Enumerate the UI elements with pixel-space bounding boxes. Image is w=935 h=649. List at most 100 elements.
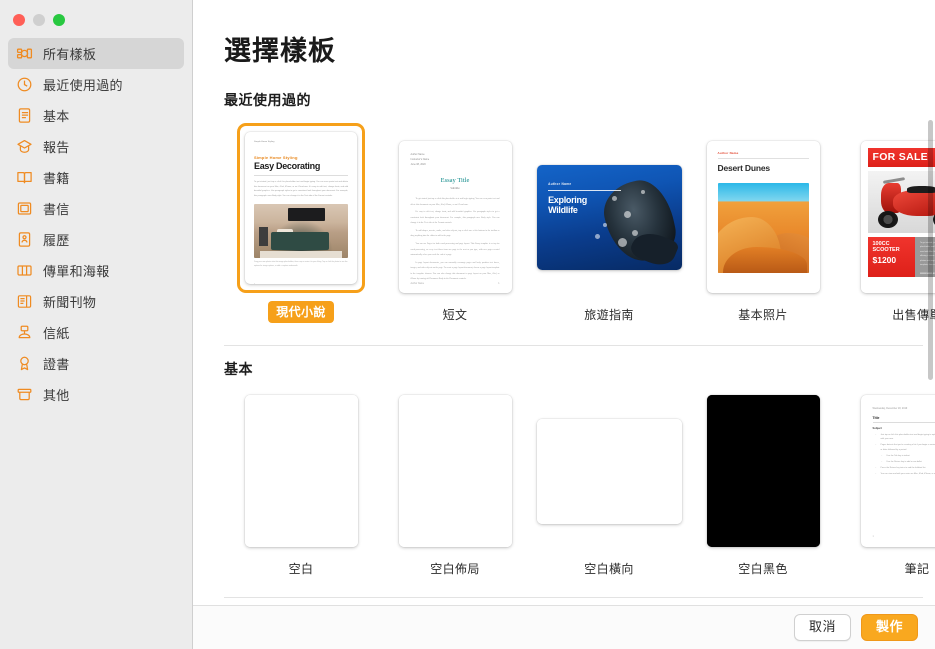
notes-bullet: Just tap or click this placeholder text … bbox=[876, 433, 935, 442]
template-thumbnail-frame[interactable] bbox=[398, 392, 512, 550]
wildlife-headline-line2: Wildlife bbox=[548, 204, 578, 215]
template-caption: 旅遊指南 bbox=[584, 308, 634, 322]
essay-footer-left: Author Name bbox=[410, 283, 425, 285]
template-caption: 空白 bbox=[288, 562, 314, 576]
template-thumbnail-frame[interactable]: Author Name Desert Dunes bbox=[706, 138, 820, 296]
template-thumbnail-frame[interactable] bbox=[536, 392, 682, 550]
cancel-button[interactable]: 取消 bbox=[793, 613, 851, 642]
section-recent: 最近使用過的 Simple Home Styling Simple Home S… bbox=[193, 90, 935, 323]
section-divider bbox=[224, 345, 923, 346]
desert-photo bbox=[717, 182, 809, 273]
sale-spec-line1: 100CC bbox=[872, 241, 890, 247]
notes-bullet: Pages detects that you're creating a lis… bbox=[876, 443, 935, 452]
sidebar-item-label: 履歷 bbox=[43, 233, 70, 248]
sidebar-item-stationery[interactable]: 信紙 bbox=[8, 317, 184, 348]
template-card-notes[interactable]: Wednesday, December 18, 2019 Title Subje… bbox=[840, 392, 935, 577]
template-thumbnail-frame[interactable] bbox=[706, 392, 820, 550]
template-thumbnail-frame[interactable]: FOR SALE 100CC SCOOTER $1200 To get star… bbox=[860, 138, 935, 296]
template-thumbnail-frame[interactable]: Wednesday, December 18, 2019 Title Subje… bbox=[860, 392, 935, 550]
sidebar-item-label: 報告 bbox=[43, 140, 70, 155]
dialog-footer: 取消 製作 bbox=[193, 605, 935, 649]
sidebar-item-label: 書信 bbox=[43, 202, 70, 217]
template-thumbnail[interactable]: FOR SALE 100CC SCOOTER $1200 To get star… bbox=[860, 141, 935, 293]
create-button[interactable]: 製作 bbox=[860, 613, 918, 642]
sidebar-item-misc[interactable]: 其他 bbox=[8, 379, 184, 410]
sidebar-item-reports[interactable]: 報告 bbox=[8, 131, 184, 162]
novel-rule bbox=[254, 175, 348, 177]
sidebar-item-newsletters[interactable]: 新聞刊物 bbox=[8, 286, 184, 317]
novel-caption: Drag your own photos into this image pla… bbox=[254, 260, 348, 267]
section-title: 最近使用過的 bbox=[224, 92, 311, 108]
notes-bullet: You can view and edit your notes on Mac,… bbox=[876, 472, 935, 477]
template-thumbnail[interactable]: Author Name Instructor's Name June 08, 2… bbox=[398, 141, 512, 293]
notes-page-number: 1 bbox=[872, 535, 874, 538]
template-thumbnail-frame[interactable]: Simple Home Styling Simple Home Styling … bbox=[237, 123, 365, 293]
template-thumbnail-frame[interactable]: Author Name Exploring Wildlife bbox=[536, 138, 682, 296]
section-basic: 基本 空白 空白佈局 空白橫向 空白黑色 Wednesday, December… bbox=[193, 345, 935, 577]
section-divider bbox=[224, 597, 923, 598]
template-thumbnail[interactable] bbox=[706, 395, 820, 547]
sidebar-item-basic[interactable]: 基本 bbox=[8, 100, 184, 131]
template-card-blank-landscape[interactable]: 空白橫向 bbox=[532, 392, 686, 577]
flyer-icon bbox=[16, 262, 33, 279]
close-window-button[interactable] bbox=[13, 13, 25, 26]
essay-paragraph: You can use Pages for both word processi… bbox=[410, 243, 500, 257]
template-thumbnail[interactable]: Wednesday, December 18, 2019 Title Subje… bbox=[860, 395, 935, 547]
template-thumbnail[interactable]: Author Name Desert Dunes bbox=[706, 141, 820, 293]
sale-photo bbox=[867, 171, 935, 233]
page-title: 選擇樣板 bbox=[224, 36, 336, 66]
section-title: 基本 bbox=[224, 361, 253, 377]
sidebar-item-label: 書籍 bbox=[43, 171, 70, 186]
template-thumbnail-frame[interactable]: Author Name Instructor's Name June 08, 2… bbox=[398, 138, 512, 296]
template-thumbnail-frame[interactable] bbox=[244, 392, 358, 550]
template-thumbnail[interactable] bbox=[244, 395, 358, 547]
template-card-blank-black[interactable]: 空白黑色 bbox=[686, 392, 840, 577]
book-icon bbox=[16, 169, 33, 186]
template-card-modern-novel[interactable]: Simple Home Styling Simple Home Styling … bbox=[224, 123, 378, 323]
template-thumbnail[interactable] bbox=[536, 418, 682, 524]
newsletter-icon bbox=[16, 293, 33, 310]
sidebar-item-recent[interactable]: 最近使用過的 bbox=[8, 69, 184, 100]
notes-title: Title bbox=[872, 416, 880, 420]
template-caption: 現代小說 bbox=[268, 301, 334, 323]
template-thumbnail[interactable]: Author Name Exploring Wildlife bbox=[536, 164, 682, 270]
sidebar-item-books[interactable]: 書籍 bbox=[8, 162, 184, 193]
novel-photo bbox=[254, 203, 348, 258]
notes-bullet-list: Just tap or click this placeholder text … bbox=[873, 433, 935, 477]
essay-title: Essay Title bbox=[440, 177, 470, 185]
template-card-basic-photo[interactable]: Author Name Desert Dunes 基本照片 bbox=[686, 138, 840, 323]
novel-eyebrow: Simple Home Styling bbox=[254, 155, 298, 161]
template-card-travel-guide[interactable]: Author Name Exploring Wildlife 旅遊指南 bbox=[532, 138, 686, 323]
template-card-blank[interactable]: 空白 bbox=[224, 392, 378, 577]
sidebar-item-label: 其他 bbox=[43, 388, 70, 403]
maximize-window-button[interactable] bbox=[53, 13, 65, 26]
wildlife-author: Author Name bbox=[548, 182, 572, 187]
sidebar-item-flyers-posters[interactable]: 傳單和海報 bbox=[8, 255, 184, 286]
certificate-icon bbox=[16, 355, 33, 372]
template-card-blank-layout[interactable]: 空白佈局 bbox=[378, 392, 532, 577]
template-thumbnail[interactable] bbox=[398, 395, 512, 547]
sidebar-item-label: 最近使用過的 bbox=[43, 78, 123, 93]
sidebar-item-label: 基本 bbox=[43, 109, 70, 124]
sidebar-item-letters[interactable]: 書信 bbox=[8, 193, 184, 224]
sidebar-item-all-templates[interactable]: 所有樣板 bbox=[8, 38, 184, 69]
sidebar-item-certificates[interactable]: 證書 bbox=[8, 348, 184, 379]
sidebar-item-resume[interactable]: 履歷 bbox=[8, 224, 184, 255]
novel-body: To get started, just tap or click this p… bbox=[254, 181, 348, 198]
sale-price: $1200 bbox=[872, 254, 897, 265]
template-card-for-sale-flyer[interactable]: FOR SALE 100CC SCOOTER $1200 To get star… bbox=[840, 138, 935, 323]
envelope-icon bbox=[16, 200, 33, 217]
template-caption: 空白黑色 bbox=[738, 562, 788, 576]
template-caption: 筆記 bbox=[904, 562, 930, 576]
template-caption: 短文 bbox=[442, 308, 468, 322]
minimize-window-button[interactable] bbox=[33, 13, 45, 26]
template-scroll-area[interactable]: 選擇樣板 最近使用過的 Simple Home Styling Simple H… bbox=[193, 0, 935, 605]
vertical-scrollbar[interactable] bbox=[928, 120, 933, 380]
template-card-essay[interactable]: Author Name Instructor's Name June 08, 2… bbox=[378, 138, 532, 323]
template-thumbnail[interactable]: Simple Home Styling Simple Home Styling … bbox=[245, 132, 357, 284]
essay-paragraph: It's easy to edit text, change fonts, an… bbox=[410, 211, 500, 225]
desert-headline: Desert Dunes bbox=[717, 162, 771, 173]
all-templates-icon bbox=[16, 45, 33, 62]
sidebar-item-label: 新聞刊物 bbox=[43, 295, 97, 310]
notes-date: Wednesday, December 18, 2019 bbox=[872, 407, 908, 410]
